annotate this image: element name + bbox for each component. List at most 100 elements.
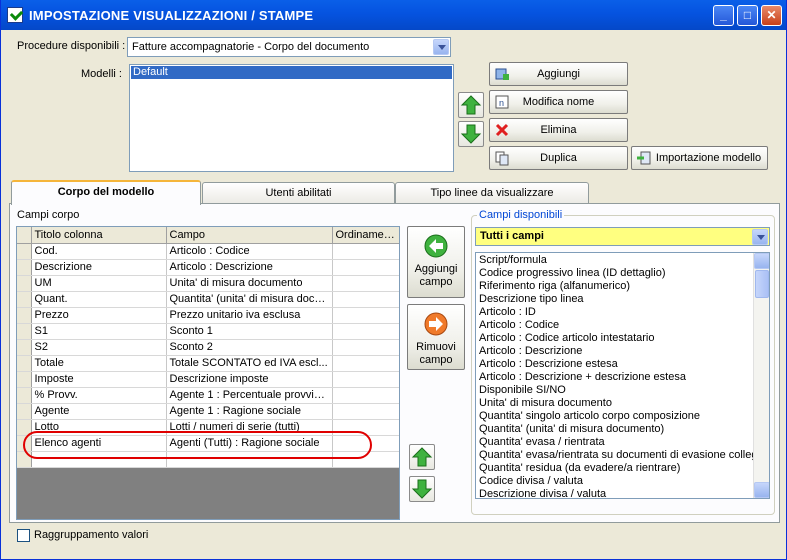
row-header-cell[interactable]: [17, 291, 32, 308]
grid-header-title[interactable]: Titolo colonna: [31, 227, 167, 244]
table-row[interactable]: Totale Totale SCONTATO ed IVA escl...: [17, 355, 399, 372]
grid-cell-title[interactable]: S2: [31, 339, 167, 356]
table-row[interactable]: Agente Agente 1 : Ragione sociale: [17, 403, 399, 420]
available-filter-combo[interactable]: Tutti i campi: [475, 227, 770, 246]
maximize-button[interactable]: □: [737, 5, 758, 26]
grid-header-field[interactable]: Campo: [166, 227, 333, 244]
field-move-up-button[interactable]: [409, 444, 435, 470]
table-row[interactable]: UM Unita' di misura documento: [17, 275, 399, 292]
list-item[interactable]: Quantita' singolo articolo corpo composi…: [476, 410, 753, 423]
table-row[interactable]: Elenco agenti Agenti (Tutti) : Ragione so…: [17, 435, 399, 452]
grid-cell-field[interactable]: Agente 1 : Percentuale provvigi...: [166, 387, 333, 404]
grid-cell-order[interactable]: [332, 275, 399, 292]
grid-header-order[interactable]: Ordinamento: [332, 227, 399, 244]
grid-cell-field[interactable]: Sconto 1: [166, 323, 333, 340]
grid-cell-order[interactable]: [332, 403, 399, 420]
rename-model-button[interactable]: n Modifica nome: [489, 90, 628, 114]
models-item[interactable]: Default: [131, 66, 452, 79]
list-item[interactable]: Codice progressivo linea (ID dettaglio): [476, 267, 753, 280]
import-model-button[interactable]: Importazione modello: [631, 146, 768, 170]
grid-cell-order[interactable]: [332, 243, 399, 260]
table-row[interactable]: % Provv. Agente 1 : Percentuale provvigi.…: [17, 387, 399, 404]
row-header-cell[interactable]: [17, 403, 32, 420]
procedures-combo[interactable]: Fatture accompagnatorie - Corpo del docu…: [127, 37, 451, 57]
tab-enabled-users[interactable]: Utenti abilitati: [202, 182, 395, 203]
grid-cell-title[interactable]: Agente: [31, 403, 167, 420]
table-row[interactable]: S1 Sconto 1: [17, 323, 399, 340]
grid-empty-cell[interactable]: [17, 451, 32, 468]
grid-cell-order[interactable]: [332, 259, 399, 276]
table-row[interactable]: Imposte Descrizione imposte: [17, 371, 399, 388]
model-move-down-button[interactable]: [458, 121, 484, 147]
row-header-cell[interactable]: [17, 307, 32, 324]
grid-cell-order[interactable]: [332, 435, 399, 452]
row-header-cell[interactable]: [17, 339, 32, 356]
grid-cell-title[interactable]: Elenco agenti: [31, 435, 167, 452]
add-field-button[interactable]: Aggiungi campo: [407, 226, 465, 298]
grid-empty-cell[interactable]: [332, 451, 399, 468]
grid-cell-order[interactable]: [332, 307, 399, 324]
field-move-down-button[interactable]: [409, 476, 435, 502]
grid-cell-order[interactable]: [332, 291, 399, 308]
list-item[interactable]: Articolo : ID: [476, 306, 753, 319]
list-item[interactable]: Articolo : Codice: [476, 319, 753, 332]
body-fields-grid[interactable]: Titolo colonna Campo Ordinamento Cod. Art…: [16, 226, 400, 520]
grid-cell-field[interactable]: Quantita' (unita' di misura docum...: [166, 291, 333, 308]
row-header-cell[interactable]: [17, 371, 32, 388]
add-model-button[interactable]: Aggiungi: [489, 62, 628, 86]
table-row[interactable]: Prezzo Prezzo unitario iva esclusa: [17, 307, 399, 324]
grid-cell-order[interactable]: [332, 339, 399, 356]
grid-cell-field[interactable]: Lotti / numeri di serie (tutti): [166, 419, 333, 436]
grid-cell-order[interactable]: [332, 371, 399, 388]
table-row[interactable]: Quant. Quantita' (unita' di misura docum.…: [17, 291, 399, 308]
grid-cell-order[interactable]: [332, 323, 399, 340]
row-header-cell[interactable]: [17, 387, 32, 404]
list-item[interactable]: Disponibile SI/NO: [476, 384, 753, 397]
table-row[interactable]: S2 Sconto 2: [17, 339, 399, 356]
delete-model-button[interactable]: Elimina: [489, 118, 628, 142]
scroll-up-icon[interactable]: [754, 253, 769, 269]
table-row[interactable]: Descrizione Articolo : Descrizione: [17, 259, 399, 276]
models-list[interactable]: Default: [129, 64, 454, 172]
minimize-button[interactable]: _: [713, 5, 734, 26]
list-item[interactable]: Articolo : Codice articolo intestatario: [476, 332, 753, 345]
tab-line-types[interactable]: Tipo linee da visualizzare: [395, 182, 589, 203]
grid-cell-title[interactable]: S1: [31, 323, 167, 340]
list-item[interactable]: Descrizione tipo linea: [476, 293, 753, 306]
list-item[interactable]: Descrizione divisa / valuta: [476, 488, 753, 498]
row-header-cell[interactable]: [17, 435, 32, 452]
grid-cell-field[interactable]: Totale SCONTATO ed IVA escl...: [166, 355, 333, 372]
list-item[interactable]: Quantita' evasa/rientrata su documenti d…: [476, 449, 753, 462]
table-row[interactable]: Lotto Lotti / numeri di serie (tutti): [17, 419, 399, 436]
list-item[interactable]: Articolo : Descrizione: [476, 345, 753, 358]
grid-cell-order[interactable]: [332, 355, 399, 372]
title-bar[interactable]: IMPOSTAZIONE VISUALIZZAZIONI / STAMPE _ …: [1, 0, 786, 30]
scroll-down-icon[interactable]: [754, 482, 769, 498]
grid-cell-field[interactable]: Agente 1 : Ragione sociale: [166, 403, 333, 420]
grid-cell-title[interactable]: Totale: [31, 355, 167, 372]
grouping-checkbox[interactable]: [17, 529, 30, 542]
grid-cell-title[interactable]: UM: [31, 275, 167, 292]
grid-cell-order[interactable]: [332, 387, 399, 404]
duplicate-model-button[interactable]: Duplica: [489, 146, 628, 170]
row-header-cell[interactable]: [17, 259, 32, 276]
list-item[interactable]: Quantita' evasa / rientrata: [476, 436, 753, 449]
row-header-cell[interactable]: [17, 243, 32, 260]
grid-cell-title[interactable]: Imposte: [31, 371, 167, 388]
table-row[interactable]: Cod. Articolo : Codice: [17, 243, 399, 260]
close-button[interactable]: ✕: [761, 5, 782, 26]
table-row-empty[interactable]: [17, 451, 399, 468]
grid-cell-field[interactable]: Agenti (Tutti) : Ragione sociale: [166, 435, 333, 452]
available-list-scrollbar[interactable]: [753, 253, 769, 498]
scroll-thumb[interactable]: [755, 270, 769, 298]
grid-cell-order[interactable]: [332, 419, 399, 436]
grid-empty-cell[interactable]: [31, 451, 167, 468]
grid-cell-field[interactable]: Prezzo unitario iva esclusa: [166, 307, 333, 324]
grid-cell-title[interactable]: % Provv.: [31, 387, 167, 404]
grid-cell-field[interactable]: Articolo : Codice: [166, 243, 333, 260]
grid-cell-title[interactable]: Descrizione: [31, 259, 167, 276]
grid-empty-cell[interactable]: [166, 451, 333, 468]
list-item[interactable]: Quantita' residua (da evadere/a rientrar…: [476, 462, 753, 475]
tab-body-model[interactable]: Corpo del modello: [11, 180, 201, 205]
grid-cell-title[interactable]: Cod.: [31, 243, 167, 260]
